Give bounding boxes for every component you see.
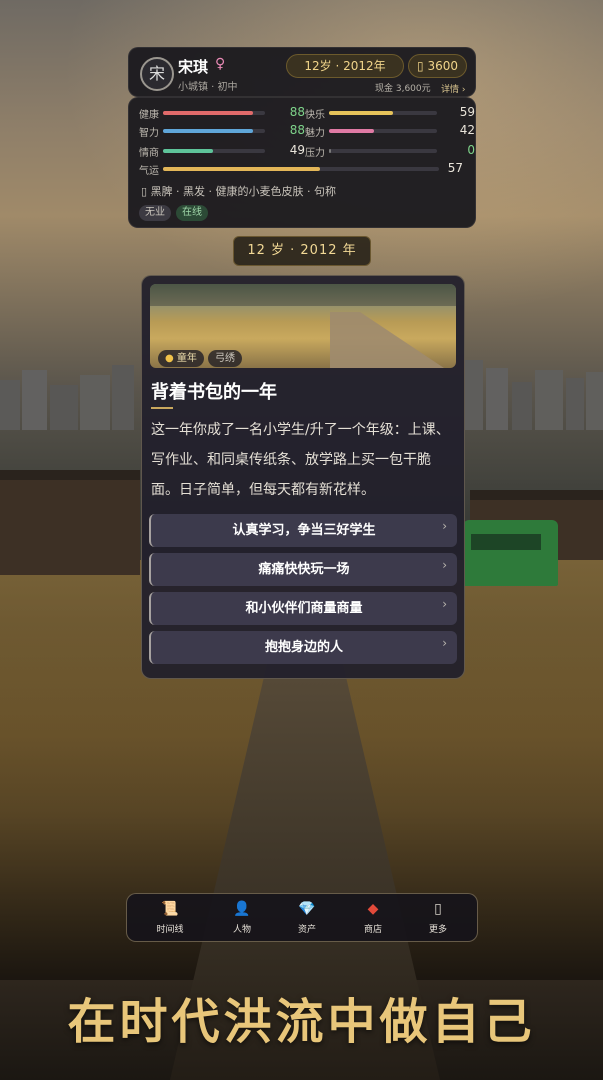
- chevron-right-icon: ›: [442, 597, 447, 611]
- age-year-badge: 12岁 · 2012年: [286, 54, 404, 78]
- event-chip-childhood: ● 童年: [158, 350, 204, 367]
- nav-more[interactable]: ▯ 更多: [413, 900, 463, 935]
- green-train: [463, 520, 558, 586]
- stat-health-value: 88: [289, 105, 305, 119]
- dot-icon: ●: [165, 353, 174, 364]
- choice-play-button[interactable]: 痛痛快快玩一场 ›: [149, 553, 457, 586]
- stat-intelligence-bar-fill: [163, 129, 253, 133]
- stat-eq-bar: [163, 149, 265, 153]
- stat-health-label: 健康: [139, 110, 159, 121]
- stat-health-bar-fill: [163, 111, 253, 115]
- stat-stress-row: 压力 0: [305, 143, 477, 159]
- stat-luck-row: 气运 57: [139, 161, 465, 177]
- chevron-right-icon: ›: [442, 519, 447, 533]
- cash-text: 现金 3,600元: [375, 84, 431, 94]
- location-text: 小城镇 · 初中: [178, 82, 238, 93]
- stat-stress-label: 压力: [305, 148, 325, 159]
- village-house: [0, 470, 140, 575]
- choice-hug-button[interactable]: 抱抱身边的人 ›: [149, 631, 457, 664]
- chevron-right-icon: ›: [442, 558, 447, 572]
- stat-happiness-bar: [329, 111, 437, 115]
- stat-happiness-label: 快乐: [305, 110, 325, 121]
- stat-luck-bar-fill: [163, 167, 321, 171]
- event-card: ● 童年 弓绣 背着书包的一年 这一年你成了一名小学生/升了一个年级：上课、写作…: [141, 275, 465, 679]
- stat-eq-row: 情商 49: [139, 143, 307, 159]
- more-icon: ▯: [434, 901, 442, 917]
- stat-charm-row: 魅力 42: [305, 123, 477, 139]
- chevron-right-icon: ›: [459, 85, 466, 95]
- scroll-icon: 📜: [161, 901, 179, 917]
- nav-timeline[interactable]: 📜 时间线: [145, 900, 195, 935]
- avatar[interactable]: 宋: [140, 57, 174, 91]
- profile-card[interactable]: 宋 宋琪 ♀ 小城镇 · 初中 12岁 · 2012年 ▯ 3600 现金 3,…: [128, 47, 476, 97]
- shop-icon: ◆: [367, 901, 379, 917]
- choice-study-button[interactable]: 认真学习，争当三好学生 ›: [149, 514, 457, 547]
- event-illustration: ● 童年 弓绣: [150, 284, 456, 368]
- stat-eq-label: 情商: [139, 148, 159, 159]
- stat-luck-value: 57: [447, 161, 463, 175]
- info-icon: ▯: [141, 185, 151, 198]
- stat-happiness-bar-fill: [329, 111, 393, 115]
- nav-shop[interactable]: ◆ 商店: [348, 900, 398, 935]
- stat-stress-value: 0: [467, 143, 475, 157]
- coin-amount: 3600: [427, 59, 458, 73]
- title-underline: [151, 407, 173, 409]
- details-link[interactable]: 详情 ›: [441, 82, 465, 95]
- slogan-text: 在时代洪流中做自己: [67, 994, 536, 1050]
- event-title: 背着书包的一年: [151, 382, 277, 403]
- choice-discuss-button[interactable]: 和小伙伴们商量商量 ›: [149, 592, 457, 625]
- stat-health-bar: [163, 111, 265, 115]
- stat-stress-bar-fill: [329, 149, 331, 153]
- stat-charm-value: 42: [459, 123, 475, 137]
- stat-stress-bar: [329, 149, 437, 153]
- stat-charm-label: 魅力: [305, 128, 325, 139]
- event-description: 这一年你成了一名小学生/升了一个年级：上课、写作业、和同桌传纸条、放学路上买一包…: [151, 422, 450, 498]
- stat-luck-label: 气运: [139, 166, 159, 177]
- stat-health-row: 健康 88: [139, 105, 307, 121]
- gender-icon: ♀: [215, 56, 226, 72]
- chevron-right-icon: ›: [442, 636, 447, 650]
- event-chip-tag: 弓绣: [208, 350, 242, 367]
- stat-happiness-value: 59: [459, 105, 475, 119]
- appearance-text: ▯ 黑脾 · 黑发 · 健康的小麦色皮肤 · 句称: [141, 185, 337, 198]
- diamond-icon: 💎: [298, 901, 316, 917]
- attributes-panel: 健康 88 快乐 59 智力 88 魅力 42 情商 49 压力 0 气运 57 ▯ 黑脾 · 黑发 · …: [128, 97, 476, 228]
- nav-assets[interactable]: 💎 资产: [282, 900, 332, 935]
- stat-eq-value: 49: [289, 143, 305, 157]
- stat-luck-bar: [163, 167, 439, 171]
- stat-charm-bar: [329, 129, 437, 133]
- stat-intelligence-bar: [163, 129, 265, 133]
- nav-people[interactable]: 👤 人物: [217, 900, 267, 935]
- coin-balance[interactable]: ▯ 3600: [408, 54, 467, 78]
- year-banner: 12 岁 · 2012 年: [233, 236, 371, 266]
- person-icon: 👤: [233, 901, 251, 917]
- stat-intelligence-label: 智力: [139, 128, 159, 139]
- stat-intelligence-value: 88: [289, 123, 305, 137]
- stat-intelligence-row: 智力 88: [139, 123, 307, 139]
- stat-eq-bar-fill: [163, 149, 213, 153]
- stat-happiness-row: 快乐 59: [305, 105, 477, 121]
- character-name: 宋琪: [178, 58, 209, 76]
- coin-icon: ▯: [417, 59, 424, 73]
- bottom-nav: 📜 时间线 👤 人物 💎 资产 ◆ 商店 ▯ 更多: [126, 893, 478, 942]
- status-tag-job: 无业: [139, 205, 171, 221]
- stat-charm-bar-fill: [329, 129, 375, 133]
- status-tag-online: 在线: [176, 205, 208, 221]
